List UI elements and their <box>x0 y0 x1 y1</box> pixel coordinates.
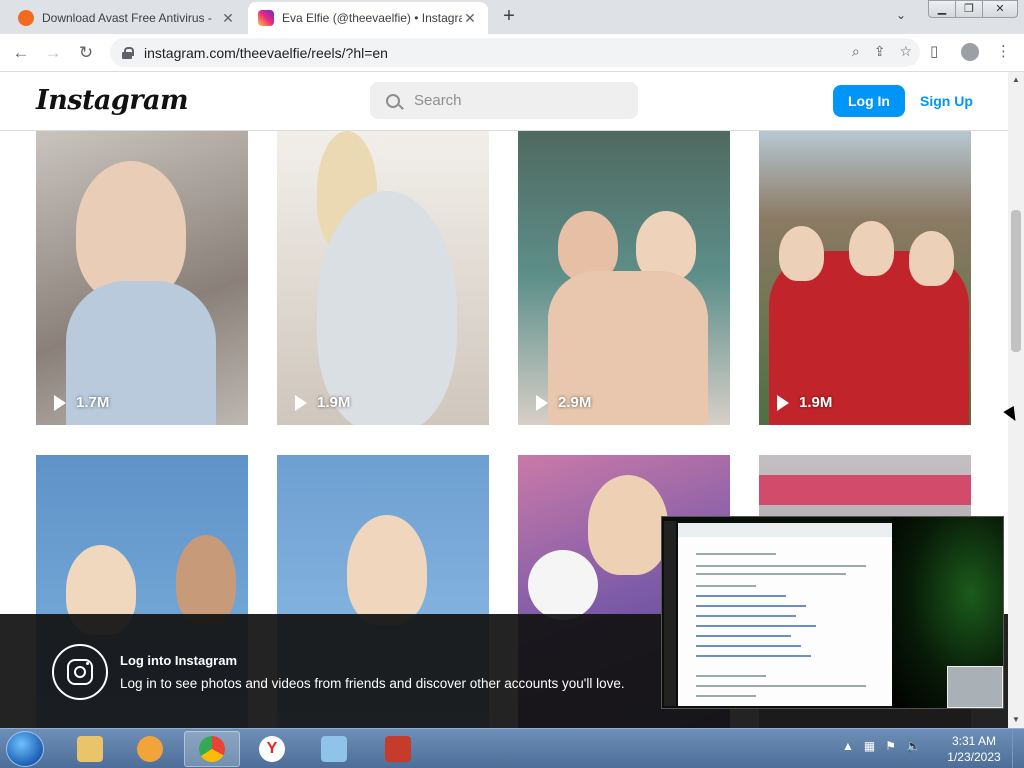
network-icon[interactable]: ▦ <box>864 739 875 753</box>
view-count: 1.9M <box>295 394 350 411</box>
scroll-thumb[interactable] <box>1011 210 1021 352</box>
taskbar-control-panel[interactable] <box>306 731 362 767</box>
back-icon[interactable]: ← <box>8 40 34 66</box>
url-text: instagram.com/theevaelfie/reels/?hl=en <box>144 44 388 61</box>
profile-avatar[interactable] <box>961 43 979 61</box>
bookmark-star-icon[interactable]: ☆ <box>899 43 912 60</box>
system-tray: ▲ ▦ ⚑ 🔈 <box>842 739 921 753</box>
play-icon <box>777 394 789 411</box>
instagram-header: Instagram Log In Sign Up <box>0 72 1008 131</box>
folder-icon <box>77 736 103 762</box>
view-count: 2.9M <box>536 394 591 411</box>
scroll-up-icon[interactable]: ▲ <box>1008 72 1024 88</box>
taskbar-chrome[interactable] <box>184 731 240 767</box>
window-close-button[interactable]: ✕ <box>982 0 1018 18</box>
show-desktop-button[interactable] <box>1012 729 1024 768</box>
chrome-icon <box>199 736 225 762</box>
view-count: 1.9M <box>777 394 832 411</box>
taskbar-yandex[interactable]: Y <box>244 731 300 767</box>
yandex-icon: Y <box>259 736 285 762</box>
new-tab-button[interactable]: + <box>498 6 520 28</box>
side-panel-icon[interactable]: ▯ <box>930 42 938 60</box>
screen: Download Avast Free Antivirus - ✕ Eva El… <box>0 0 1024 768</box>
scroll-down-icon[interactable]: ▼ <box>1008 712 1024 728</box>
windows-taskbar: Y ▲ ▦ ⚑ 🔈 3:31 AM 1/23/2023 <box>0 728 1024 768</box>
reload-icon[interactable]: ↻ <box>73 40 99 66</box>
forward-icon[interactable]: → <box>40 40 66 66</box>
clock[interactable]: 3:31 AM 1/23/2023 <box>944 733 1004 765</box>
search-icon[interactable]: ⌕ <box>852 43 860 60</box>
reel-thumbnail[interactable]: 1.9M <box>759 131 971 425</box>
share-icon[interactable]: ⇪ <box>874 43 886 60</box>
taskbar-explorer[interactable] <box>62 731 118 767</box>
vertical-scrollbar[interactable]: ▲ ▼ <box>1008 72 1024 728</box>
play-icon <box>536 394 548 411</box>
maximize-button[interactable]: ❐ <box>955 0 983 18</box>
volume-icon[interactable]: 🔈 <box>906 739 921 753</box>
banner-heading: Log into Instagram <box>120 653 237 668</box>
reel-thumbnail[interactable]: 1.7M <box>36 131 248 425</box>
pip-document <box>678 523 892 706</box>
menu-kebab-icon[interactable]: ⋮ <box>996 42 1011 60</box>
pip-sidebar <box>664 521 676 706</box>
view-count: 1.7M <box>54 394 109 411</box>
instagram-glyph-icon <box>52 644 108 700</box>
browser-toolbar: ← → ↻ instagram.com/theevaelfie/reels/?h… <box>0 34 1024 72</box>
banner-text: Log in to see photos and videos from fri… <box>120 676 625 691</box>
clock-date: 1/23/2023 <box>947 750 1001 764</box>
pip-video-overlay[interactable] <box>661 516 1004 709</box>
tab-title: Eva Elfie (@theevaelfie) • Instagra <box>282 11 462 25</box>
reel-thumbnail[interactable]: 2.9M <box>518 131 730 425</box>
search-input[interactable] <box>414 92 614 109</box>
show-hidden-icons-icon[interactable]: ▲ <box>842 739 854 753</box>
play-icon <box>54 394 66 411</box>
tab-search-icon[interactable]: ⌄ <box>896 8 906 22</box>
address-bar[interactable]: instagram.com/theevaelfie/reels/?hl=en ⌕… <box>110 38 920 67</box>
tab-instagram[interactable]: Eva Elfie (@theevaelfie) • Instagra ✕ <box>248 2 488 34</box>
log-in-button[interactable]: Log In <box>833 85 905 117</box>
clock-time: 3:31 AM <box>951 734 997 748</box>
instagram-favicon-icon <box>258 10 274 26</box>
start-button[interactable] <box>6 731 44 767</box>
tab-avast[interactable]: Download Avast Free Antivirus - ✕ <box>8 2 246 34</box>
action-center-flag-icon[interactable]: ⚑ <box>885 739 896 753</box>
sign-up-link[interactable]: Sign Up <box>914 85 979 117</box>
control-panel-icon <box>321 736 347 762</box>
close-tab-icon[interactable]: ✕ <box>462 10 478 27</box>
webcam-thumbnail <box>947 666 1003 708</box>
close-tab-icon[interactable]: ✕ <box>220 10 236 27</box>
instagram-logo[interactable]: Instagram <box>36 85 189 116</box>
search-box[interactable] <box>370 82 638 119</box>
reel-thumbnail[interactable]: 1.9M <box>277 131 489 425</box>
lock-icon <box>122 46 134 59</box>
media-player-icon <box>137 736 163 762</box>
search-icon <box>386 93 400 108</box>
minimize-button[interactable]: ▁ <box>928 0 956 18</box>
taskbar-media-player[interactable] <box>122 731 178 767</box>
tab-title: Download Avast Free Antivirus - <box>42 11 212 25</box>
play-icon <box>295 394 307 411</box>
taskbar-toolbox[interactable] <box>370 731 426 767</box>
toolbox-icon <box>385 736 411 762</box>
avast-favicon-icon <box>18 10 34 26</box>
tab-strip: Download Avast Free Antivirus - ✕ Eva El… <box>0 0 1024 34</box>
